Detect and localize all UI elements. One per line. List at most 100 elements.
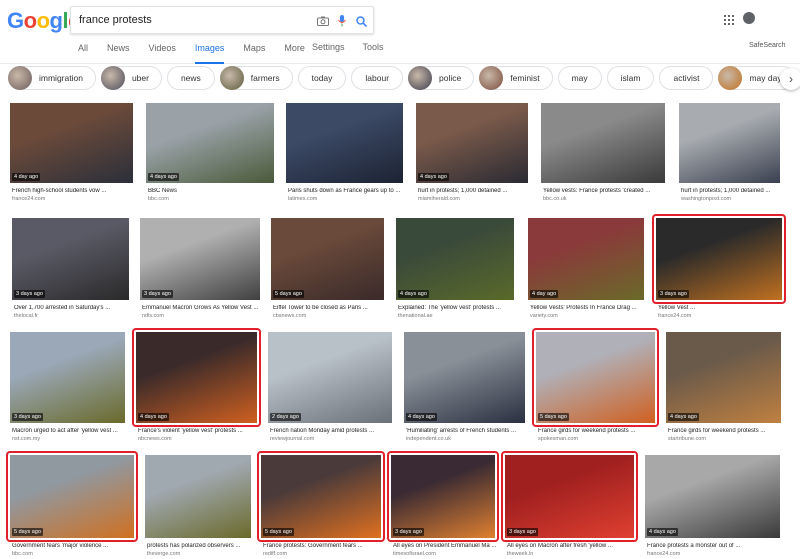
result-caption[interactable]: French high-school students vow ... [12,188,135,194]
result-source[interactable]: france24.com [12,196,135,202]
result-source[interactable]: washingtonpost.com [681,196,782,202]
result-source[interactable]: bbc.com [148,196,276,202]
chip-feminist[interactable]: feminist [479,66,553,90]
result-caption[interactable]: France protests: Government fears ... [263,543,383,549]
image-result[interactable]: 4 days ago [396,218,514,300]
result-thumbnail [10,103,133,183]
result-caption[interactable]: 'Humiliating' arrests of French students… [406,428,527,434]
result-caption[interactable]: Yellow Vest ... [658,305,784,311]
image-result[interactable]: 4 day ago [10,103,133,183]
search-icon[interactable] [353,13,369,29]
result-caption[interactable]: France's violent 'yellow vest' protests … [138,428,259,434]
chip-islam[interactable]: islam [606,66,655,90]
tab-all[interactable]: All [78,42,88,64]
tab-videos[interactable]: Videos [149,42,176,64]
image-result[interactable]: 5 days ago [271,218,384,300]
result-source[interactable]: variety.com [530,313,646,319]
chip-today[interactable]: today [297,66,347,90]
result-source[interactable]: latimes.com [288,196,405,202]
result-source[interactable]: startribune.com [668,436,783,442]
tab-images[interactable]: Images [194,42,225,64]
result-caption[interactable]: Macron urged to act after 'yellow vest .… [12,428,127,434]
result-caption[interactable]: France protests a monster out of ... [647,543,782,549]
chip-may[interactable]: may [557,66,602,90]
result-caption[interactable]: Government fears 'major violence ... [12,543,136,549]
age-badge: 4 days ago [406,413,437,421]
result-source[interactable]: bbc.co.uk [543,196,667,202]
tab-news[interactable]: News [107,42,130,64]
image-result[interactable] [145,455,251,538]
result-thumbnail [396,218,514,300]
image-result[interactable]: 4 days ago [666,332,781,423]
image-result[interactable]: 3 days ago [12,218,129,300]
image-result[interactable]: 4 days ago [645,455,780,538]
result-thumbnail [271,218,384,300]
image-result[interactable]: 3 days ago [140,218,260,300]
result-source[interactable]: timesofisrael.com [393,551,497,557]
result-source[interactable]: independent.co.uk [406,436,527,442]
result-caption[interactable]: Paris shuts down as France gears up to .… [288,188,405,194]
result-caption[interactable]: All eyes on President Emmanuel Ma ... [393,543,497,549]
result-source[interactable]: miamiherald.com [418,196,530,202]
image-result[interactable]: 4 day ago [528,218,644,300]
safesearch-link[interactable]: SafeSearch [749,42,786,49]
image-result[interactable]: 4 days ago [404,332,525,423]
result-caption[interactable]: Emmanuel Macron Grows As Yellow Vest ... [142,305,262,311]
chip-news[interactable]: news [166,66,215,90]
tools-link[interactable]: Tools [363,42,384,52]
chip-label: may [571,73,588,83]
result-source[interactable]: ndtv.com [142,313,262,319]
result-source[interactable]: nst.com.my [12,436,127,442]
logo-letter: G [7,8,24,33]
result-caption[interactable]: All eyes on Macron after fresh 'yellow .… [507,543,636,549]
result-source[interactable]: bbc.com [12,551,136,557]
microphone-icon[interactable] [334,13,350,29]
image-result[interactable]: 3 days ago [10,332,125,423]
result-caption[interactable]: Over 1,700 arrested in Saturday's ... [14,305,131,311]
chip-labour[interactable]: labour [351,66,404,90]
image-result[interactable] [679,103,780,183]
result-source[interactable]: nbcnews.com [138,436,259,442]
result-caption[interactable]: Yellow Vests' Protests In France Drag ..… [530,305,646,311]
result-caption[interactable]: Explained: The 'yellow vest' protests ..… [398,305,516,311]
camera-icon[interactable] [315,13,331,29]
chip-uber[interactable]: uber [100,66,162,90]
chip-farmers[interactable]: farmers [219,66,293,90]
result-source[interactable]: thelocal.fr [14,313,131,319]
result-source[interactable]: france24.com [647,551,782,557]
result-source[interactable]: reviewjournal.com [270,436,394,442]
result-caption[interactable]: hurt in protests; 1,000 detained ... [418,188,530,194]
result-caption[interactable]: BBC News [148,188,276,194]
result-caption[interactable]: France girds for weekend protests ... [538,428,657,434]
image-result[interactable]: 4 days ago [416,103,528,183]
image-result[interactable]: 4 days ago [146,103,274,183]
search-box[interactable] [70,6,374,34]
result-caption[interactable]: Yellow vests: France protests 'created .… [543,188,667,194]
chip-activist[interactable]: activist [659,66,714,90]
result-source[interactable]: theverge.com [147,551,253,557]
chevron-right-icon[interactable]: › [780,68,800,90]
result-caption[interactable]: protests has polarized observers ... [147,543,253,549]
result-source[interactable]: thenational.ae [398,313,516,319]
result-source[interactable]: cbsnews.com [273,313,386,319]
tab-maps[interactable]: Maps [243,42,265,64]
result-source[interactable]: rediff.com [263,551,383,557]
image-result[interactable]: 2 days ago [268,332,392,423]
result-caption[interactable]: French nation Monday amid protests ... [270,428,394,434]
google-logo[interactable]: Google [7,8,80,34]
result-source[interactable]: france24.com [658,313,784,319]
result-source[interactable]: theweek.in [507,551,636,557]
account-avatar[interactable] [743,12,755,24]
result-source[interactable]: spokesman.com [538,436,657,442]
settings-link[interactable]: Settings [312,42,345,52]
result-caption[interactable]: France girds for weekend protests ... [668,428,783,434]
image-result[interactable] [541,103,665,183]
tab-more[interactable]: More [284,42,305,64]
chip-immigration[interactable]: immigration [8,66,96,90]
result-caption[interactable]: Eiffel Tower to be closed as Paris ... [273,305,386,311]
chip-police[interactable]: police [408,66,475,90]
result-caption[interactable]: hurt in protests; 1,000 detained ... [681,188,782,194]
search-input[interactable] [79,11,299,29]
apps-grid-icon[interactable] [724,15,734,25]
image-result[interactable] [286,103,403,183]
